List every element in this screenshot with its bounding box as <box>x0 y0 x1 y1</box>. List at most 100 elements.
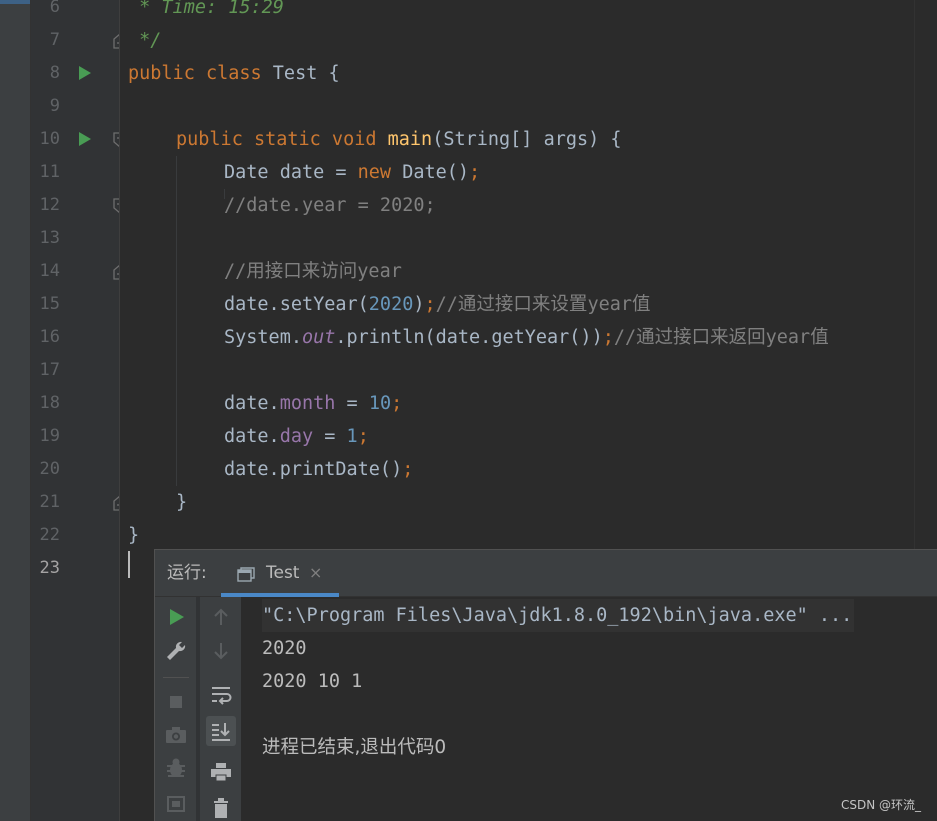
line-number: 17 <box>39 360 60 380</box>
scroll-to-end-button[interactable] <box>206 716 236 746</box>
line-number: 6 <box>49 0 60 17</box>
run-window-header: 运行: Test × <box>155 550 937 597</box>
code-text: date. <box>224 426 280 447</box>
doc-comment: */ <box>128 30 162 51</box>
gutter-row: 15 <box>31 288 119 321</box>
run-tool-window: 运行: Test × "C:\Program Files\Java\jdk1.8… <box>154 549 937 821</box>
camera-icon <box>166 727 186 743</box>
static-field: out <box>301 327 336 348</box>
code-text: Date() <box>402 162 470 183</box>
gutter-row: 22 <box>31 519 119 552</box>
method-name: main <box>387 129 433 150</box>
debug-button[interactable] <box>161 753 191 783</box>
class-name: Test { <box>272 63 340 84</box>
print-icon <box>211 763 231 782</box>
rerun-icon <box>170 609 184 625</box>
code-line: //用接口来访问year <box>224 255 402 288</box>
code-text: (String[] args) { <box>432 129 622 150</box>
stop-button[interactable] <box>161 687 191 717</box>
gutter-row: 16 <box>31 321 119 354</box>
soft-wrap-icon <box>212 687 232 705</box>
code-line: */ <box>128 24 161 57</box>
next-occurrence-button[interactable] <box>206 636 236 666</box>
comment: 通过接口来返回 <box>636 327 766 348</box>
code-line: public class Test { <box>128 57 340 90</box>
line-number: 11 <box>39 162 60 182</box>
text-caret <box>128 551 130 578</box>
stop-icon <box>170 696 182 708</box>
code-line: * Time: 15:29 <box>128 0 284 24</box>
code-line: System.out.println(date.getYear());//通过接… <box>224 321 829 354</box>
console-output-line: 2020 <box>262 638 307 659</box>
stripe-accent <box>0 0 30 4</box>
doc-comment: * Time: 15:29 <box>128 0 284 18</box>
gutter-row: 18 <box>31 387 119 420</box>
run-tab-test[interactable]: Test × <box>221 550 339 597</box>
edit-configuration-button[interactable] <box>161 636 191 666</box>
semicolon: ; <box>469 162 481 183</box>
run-toolbar-right <box>200 597 241 821</box>
gutter-row: 7 <box>31 24 127 57</box>
closing-brace: } <box>128 525 140 546</box>
rerun-button[interactable] <box>161 602 191 632</box>
gutter-row: 20 <box>31 453 119 486</box>
toolbar-separator <box>163 677 189 678</box>
restore-layout-button[interactable] <box>161 789 191 819</box>
editor-gutter: 6 7 8 9 10 11 12 13 14 15 16 17 18 19 20… <box>31 0 127 821</box>
run-gutter-icon[interactable] <box>79 132 91 146</box>
comment: 用接口来访问 <box>246 261 358 282</box>
close-tab-icon[interactable]: × <box>309 562 322 584</box>
scroll-to-end-icon <box>212 723 230 741</box>
line-number: 18 <box>39 393 60 413</box>
line-number: 16 <box>39 327 60 347</box>
code-text: ) <box>413 294 425 315</box>
gutter-row: 23 <box>31 552 119 585</box>
gutter-row: 21 <box>31 486 127 519</box>
code-text: .println(date.getYear()) <box>335 327 603 348</box>
comment: // <box>224 261 247 282</box>
print-button[interactable] <box>206 757 236 787</box>
field: month <box>279 393 336 414</box>
run-toolbar-left <box>155 597 196 821</box>
gutter-row: 17 <box>31 354 119 387</box>
code-line: } <box>128 519 139 552</box>
code-text: = <box>335 393 369 414</box>
line-number: 14 <box>39 261 60 281</box>
keyword: public static void <box>176 129 388 150</box>
comment: 值 <box>810 327 829 348</box>
run-gutter-icon[interactable] <box>79 66 91 80</box>
arrow-down-icon <box>214 643 228 660</box>
code-line: //date.year = 2020; <box>224 189 436 222</box>
watermark: CSDN @环流_ <box>840 798 921 812</box>
line-number: 22 <box>39 525 60 545</box>
line-number: 9 <box>49 96 60 116</box>
console-command-line[interactable]: "C:\Program Files\Java\jdk1.8.0_192\bin\… <box>262 599 855 632</box>
line-number: 21 <box>39 492 60 512</box>
field: day <box>279 426 314 447</box>
semicolon: ; <box>424 294 436 315</box>
code-text: date.setYear( <box>224 294 369 315</box>
gutter-row: 9 <box>31 90 119 123</box>
previous-occurrence-button[interactable] <box>206 602 236 632</box>
indent-guide <box>176 156 177 486</box>
clear-all-button[interactable] <box>206 793 236 821</box>
soft-wrap-button[interactable] <box>206 679 236 709</box>
code-text: Date date = <box>224 162 358 183</box>
tool-window-stripe <box>0 0 31 821</box>
code-line: public static void main(String[] args) { <box>176 123 622 156</box>
dump-threads-button[interactable] <box>161 720 191 750</box>
comment: year <box>765 327 811 348</box>
number-literal: 2020 <box>368 294 414 315</box>
comment: // <box>613 327 637 348</box>
ide-window: 6 7 8 9 10 11 12 13 14 15 16 17 18 19 20… <box>0 0 937 821</box>
code-line: date.day = 1; <box>224 420 369 453</box>
debug-bug-icon <box>167 758 185 777</box>
gutter-row: 11 <box>31 156 119 189</box>
console-output[interactable]: "C:\Program Files\Java\jdk1.8.0_192\bin\… <box>244 597 937 821</box>
trash-icon <box>214 798 228 818</box>
console-tab-icon <box>237 567 255 582</box>
semicolon: ; <box>602 327 614 348</box>
comment: year <box>587 294 632 315</box>
keyword: public class <box>128 63 273 84</box>
wrench-icon <box>167 641 186 660</box>
